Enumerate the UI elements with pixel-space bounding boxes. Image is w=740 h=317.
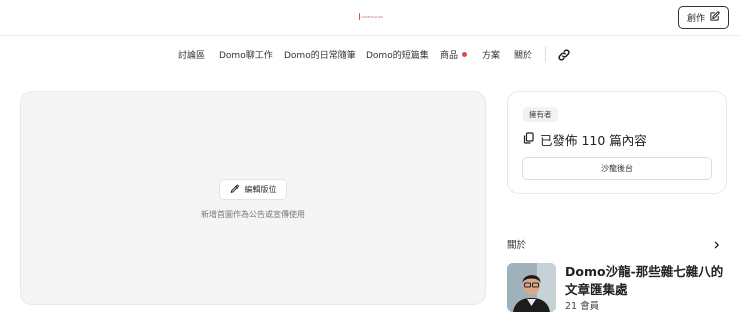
logo-text: DOMOSALON	[361, 14, 383, 19]
cover-hint: 新增首圖作為公告或宣傳使用	[201, 210, 305, 219]
edit-cover-button[interactable]: 編輯版位	[219, 179, 287, 200]
nav-item-stories[interactable]: Domo的短篇集	[366, 48, 429, 61]
logo[interactable]: DOMOSALON	[359, 12, 383, 21]
member-count: 21 會員	[565, 301, 600, 312]
create-label: 創作	[686, 14, 705, 24]
salon-title[interactable]: Domo沙龍-那些雜七雜八的文章匯集處	[565, 263, 725, 299]
salon-avatar[interactable]	[507, 263, 556, 312]
nav-item-work[interactable]: Domo聊工作	[219, 48, 273, 61]
pencil-icon	[230, 184, 240, 196]
about-label: 關於	[507, 240, 527, 251]
notification-dot	[462, 52, 467, 57]
about-header[interactable]: 關於	[507, 236, 721, 252]
salon-backend-button[interactable]: 沙龍後台	[522, 157, 712, 180]
link-icon[interactable]	[557, 47, 571, 61]
nav-item-forum[interactable]: 討論區	[178, 48, 205, 61]
main-nav: 討論區 Domo聊工作 Domo的日常隨筆 Domo的短篇集 商品 方案 關於	[0, 36, 740, 74]
nav-divider	[545, 46, 546, 62]
owner-badge: 擁有者	[523, 107, 558, 122]
nav-item-journal[interactable]: Domo的日常隨筆	[284, 48, 356, 61]
create-button[interactable]: 創作	[678, 6, 729, 29]
edit-cover-label: 編輯版位	[244, 185, 277, 194]
nav-item-plans[interactable]: 方案	[482, 48, 500, 61]
top-bar: DOMOSALON 創作	[0, 0, 740, 36]
nav-item-products[interactable]: 商品	[440, 48, 458, 61]
nav-item-about[interactable]: 關於	[514, 48, 532, 61]
edit-square-icon	[709, 10, 720, 25]
posts-count-text: 已發佈 110 篇內容	[540, 133, 647, 148]
chevron-right-icon	[712, 235, 721, 254]
copy-icon	[523, 132, 534, 147]
posts-count-row: 已發佈 110 篇內容	[523, 130, 647, 149]
